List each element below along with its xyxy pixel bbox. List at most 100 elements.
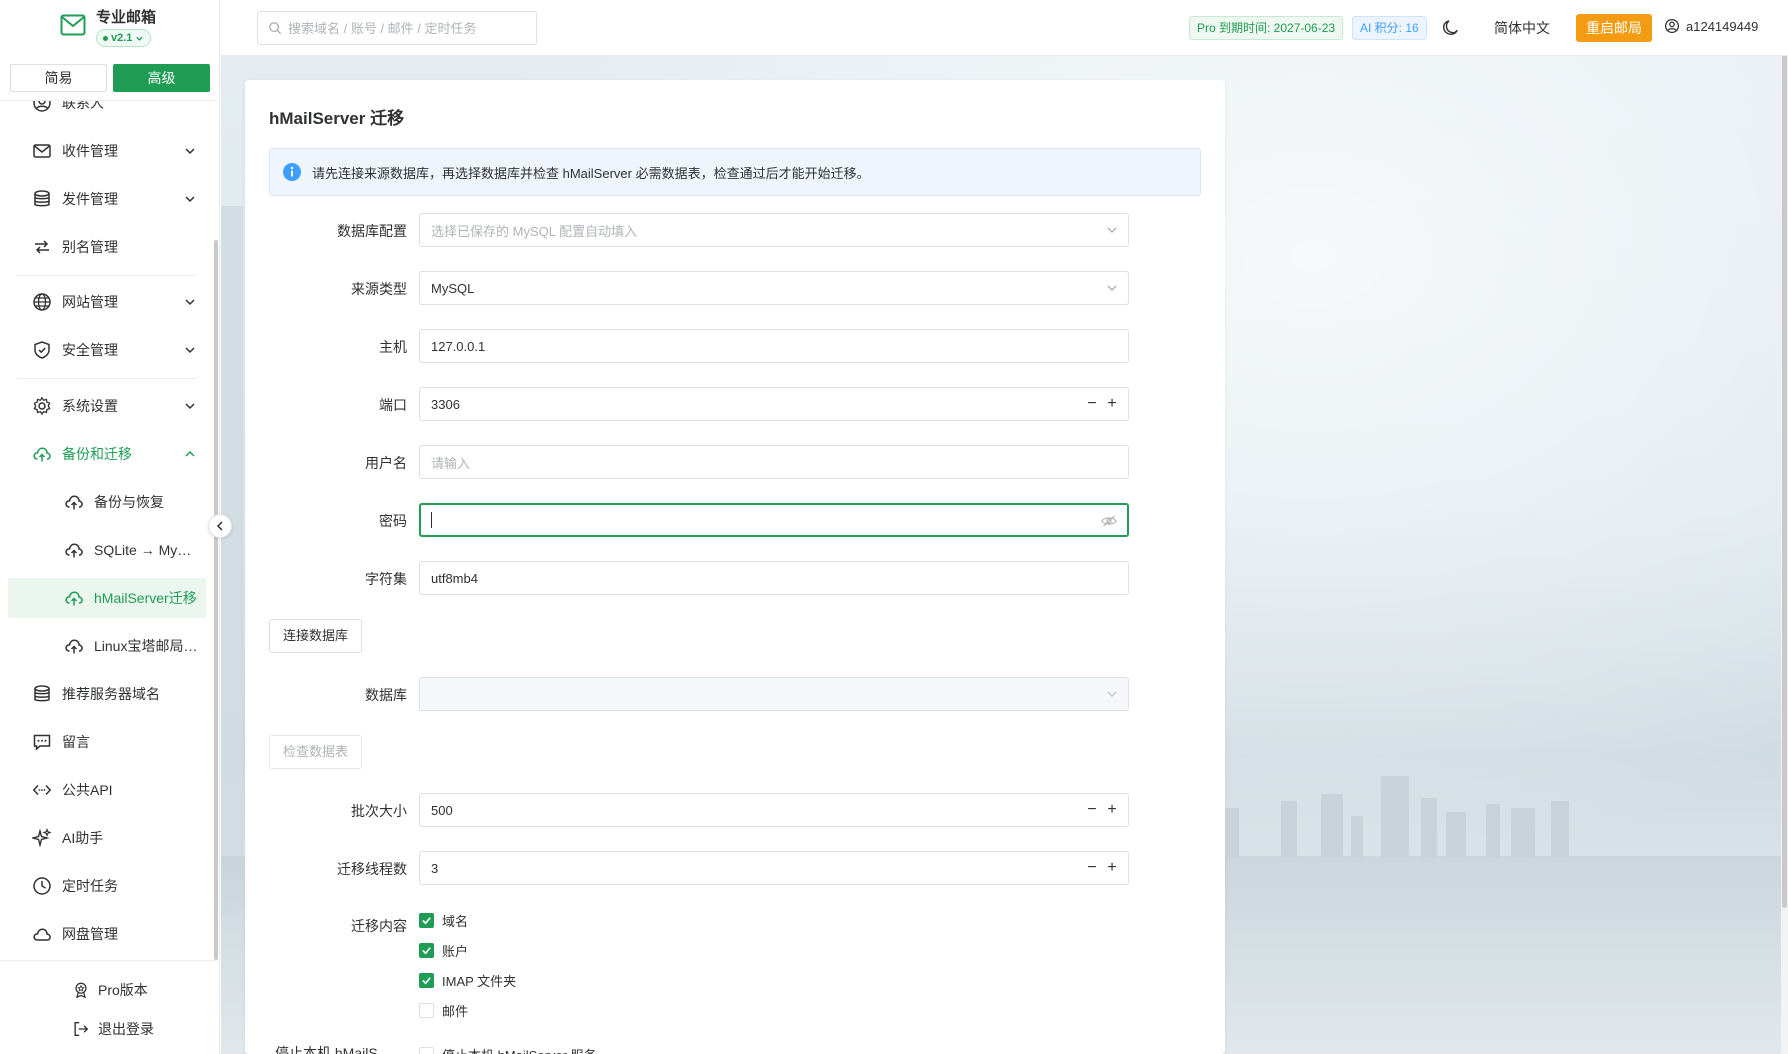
password-input[interactable]: [419, 503, 1129, 537]
sidebar-item-contacts[interactable]: 联系人: [0, 100, 212, 123]
sidebar-item-label: 发件管理: [62, 191, 118, 207]
cloud-upload-icon: [65, 639, 83, 654]
language-selector[interactable]: 简体中文: [1494, 18, 1550, 38]
decrement-button[interactable]: −: [1084, 801, 1100, 819]
version-badge[interactable]: v2.1: [96, 29, 152, 47]
threads-row: 迁移线程数 3 − +: [269, 851, 1201, 885]
threads-stepper[interactable]: 3 − +: [419, 851, 1129, 885]
chevron-down-icon: [185, 403, 195, 410]
database-select[interactable]: [419, 677, 1129, 711]
sidebar-item-outbox-management[interactable]: 发件管理: [0, 179, 212, 219]
collapse-sidebar-button[interactable]: [208, 514, 232, 538]
sidebar-item-scheduled-tasks[interactable]: 定时任务: [0, 866, 212, 906]
pro-version-label: Pro版本: [98, 982, 148, 998]
cloud-upload-icon: [65, 495, 83, 510]
checkbox-checked: [419, 972, 434, 988]
version-text: v2.1: [111, 32, 133, 44]
info-icon: [283, 163, 301, 181]
sidebar-item-label: SQLite → MySQL: [94, 542, 198, 558]
decrement-button[interactable]: −: [1084, 395, 1100, 413]
sidebar-item-recommended-domains[interactable]: 推荐服务器域名: [0, 674, 212, 714]
database-icon: [34, 190, 50, 207]
simple-mode-button[interactable]: 简易: [10, 64, 107, 92]
content-label: 迁移内容: [351, 918, 407, 934]
sidebar-item-alias-management[interactable]: 别名管理: [0, 227, 212, 267]
batch-size-stepper[interactable]: 500 − +: [419, 793, 1129, 827]
sidebar-item-hmailserver-migration[interactable]: hMailServer迁移: [8, 578, 206, 618]
user-menu[interactable]: a124149449: [1664, 18, 1758, 34]
increment-button[interactable]: +: [1104, 859, 1120, 877]
checkbox-domains[interactable]: 域名: [419, 910, 468, 930]
moon-icon[interactable]: [1441, 18, 1461, 38]
source-type-row: 来源类型 MySQL: [269, 271, 1201, 305]
chevron-down-icon: [185, 299, 195, 306]
ai-credits-badge: AI 积分: 16: [1352, 16, 1427, 40]
sidebar-item-system-settings[interactable]: 系统设置: [0, 386, 212, 426]
advanced-mode-button[interactable]: 高级: [113, 64, 210, 92]
host-value: 127.0.0.1: [431, 338, 486, 354]
password-label: 密码: [379, 513, 407, 529]
checkbox-stop-service[interactable]: 停止本机 hMailServer 服务: [419, 1045, 597, 1054]
connect-database-button[interactable]: 连接数据库: [269, 619, 363, 653]
sidebar-item-cloud-drive[interactable]: 网盘管理: [0, 914, 212, 954]
sidebar-item-label: 备份与恢复: [94, 494, 164, 510]
checkbox-accounts[interactable]: 账户: [419, 940, 468, 960]
sidebar-scrollbar[interactable]: [214, 240, 218, 960]
checkbox-mails[interactable]: 邮件: [419, 1000, 468, 1020]
increment-button[interactable]: +: [1104, 395, 1120, 413]
sidebar-item-ai-assistant[interactable]: AI助手: [0, 818, 212, 858]
sidebar-item-website-management[interactable]: 网站管理: [0, 282, 212, 322]
logout-link[interactable]: 退出登录: [72, 1014, 154, 1044]
port-stepper[interactable]: 3306 − +: [419, 387, 1129, 421]
charset-label: 字符集: [365, 571, 407, 587]
contacts-icon: [33, 101, 51, 112]
host-row: 主机 127.0.0.1: [269, 329, 1201, 363]
host-label: 主机: [379, 339, 407, 355]
charset-input[interactable]: utf8mb4: [419, 561, 1129, 595]
restart-mail-server-button[interactable]: 重启邮局: [1576, 14, 1652, 42]
sidebar-item-public-api[interactable]: 公共API: [0, 770, 212, 810]
sidebar-item-label: 收件管理: [62, 143, 118, 159]
page-scrollbar[interactable]: [1781, 0, 1788, 1054]
sidebar-item-backup-restore[interactable]: 备份与恢复: [0, 482, 212, 522]
sidebar-item-inbox-management[interactable]: 收件管理: [0, 131, 212, 171]
threads-label: 迁移线程数: [337, 861, 407, 877]
sidebar-item-messages[interactable]: 留言: [0, 722, 212, 762]
eye-off-icon[interactable]: [1101, 514, 1117, 528]
sidebar-item-label: 公共API: [62, 782, 113, 798]
checkbox-checked: [419, 942, 434, 958]
charset-value: utf8mb4: [431, 570, 478, 586]
hmailserver-migration-card: hMailServer 迁移 请先连接来源数据库，再选择数据库并检查 hMail…: [245, 80, 1225, 1054]
chevron-down-icon: [1107, 227, 1117, 233]
db-config-select[interactable]: 选择已保存的 MySQL 配置自动填入: [419, 213, 1129, 247]
pro-version-link[interactable]: Pro版本: [72, 975, 148, 1005]
sidebar-item-label: 留言: [62, 734, 90, 750]
sidebar-item-sqlite-to-mysql[interactable]: SQLite → MySQL: [0, 530, 212, 570]
check-tables-button[interactable]: 检查数据表: [269, 735, 363, 769]
username-input[interactable]: 请输入: [419, 445, 1129, 479]
batch-size-label: 批次大小: [351, 803, 407, 819]
sidebar-item-security-management[interactable]: 安全管理: [0, 330, 212, 370]
sidebar-item-linux-bt-migration[interactable]: Linux宝塔邮局迁移: [0, 626, 212, 666]
sidebar-item-label: 系统设置: [62, 398, 118, 414]
database-label: 数据库: [365, 687, 407, 703]
increment-button[interactable]: +: [1104, 801, 1120, 819]
sidebar-item-label: Linux宝塔邮局迁移: [94, 638, 198, 654]
search-icon: [269, 22, 282, 35]
search-input[interactable]: [288, 20, 524, 36]
chevron-down-icon: [136, 36, 144, 41]
sidebar-footer: Pro版本 退出登录: [0, 960, 218, 1054]
checkbox-label: 域名: [442, 913, 469, 929]
source-type-select[interactable]: MySQL: [419, 271, 1129, 305]
host-input[interactable]: 127.0.0.1: [419, 329, 1129, 363]
text-cursor: [431, 512, 432, 528]
sidebar-item-label: 定时任务: [62, 878, 118, 894]
sidebar-item-label: 联系人: [62, 100, 104, 111]
source-type-label: 来源类型: [351, 281, 407, 297]
sidebar-item-backup-migration[interactable]: 备份和迁移: [0, 434, 212, 474]
decrement-button[interactable]: −: [1084, 859, 1100, 877]
username-row: 用户名 请输入: [269, 445, 1201, 479]
chevron-down-icon: [1107, 691, 1117, 697]
batch-size-row: 批次大小 500 − +: [269, 793, 1201, 827]
checkbox-imap-folders[interactable]: IMAP 文件夹: [419, 970, 516, 990]
